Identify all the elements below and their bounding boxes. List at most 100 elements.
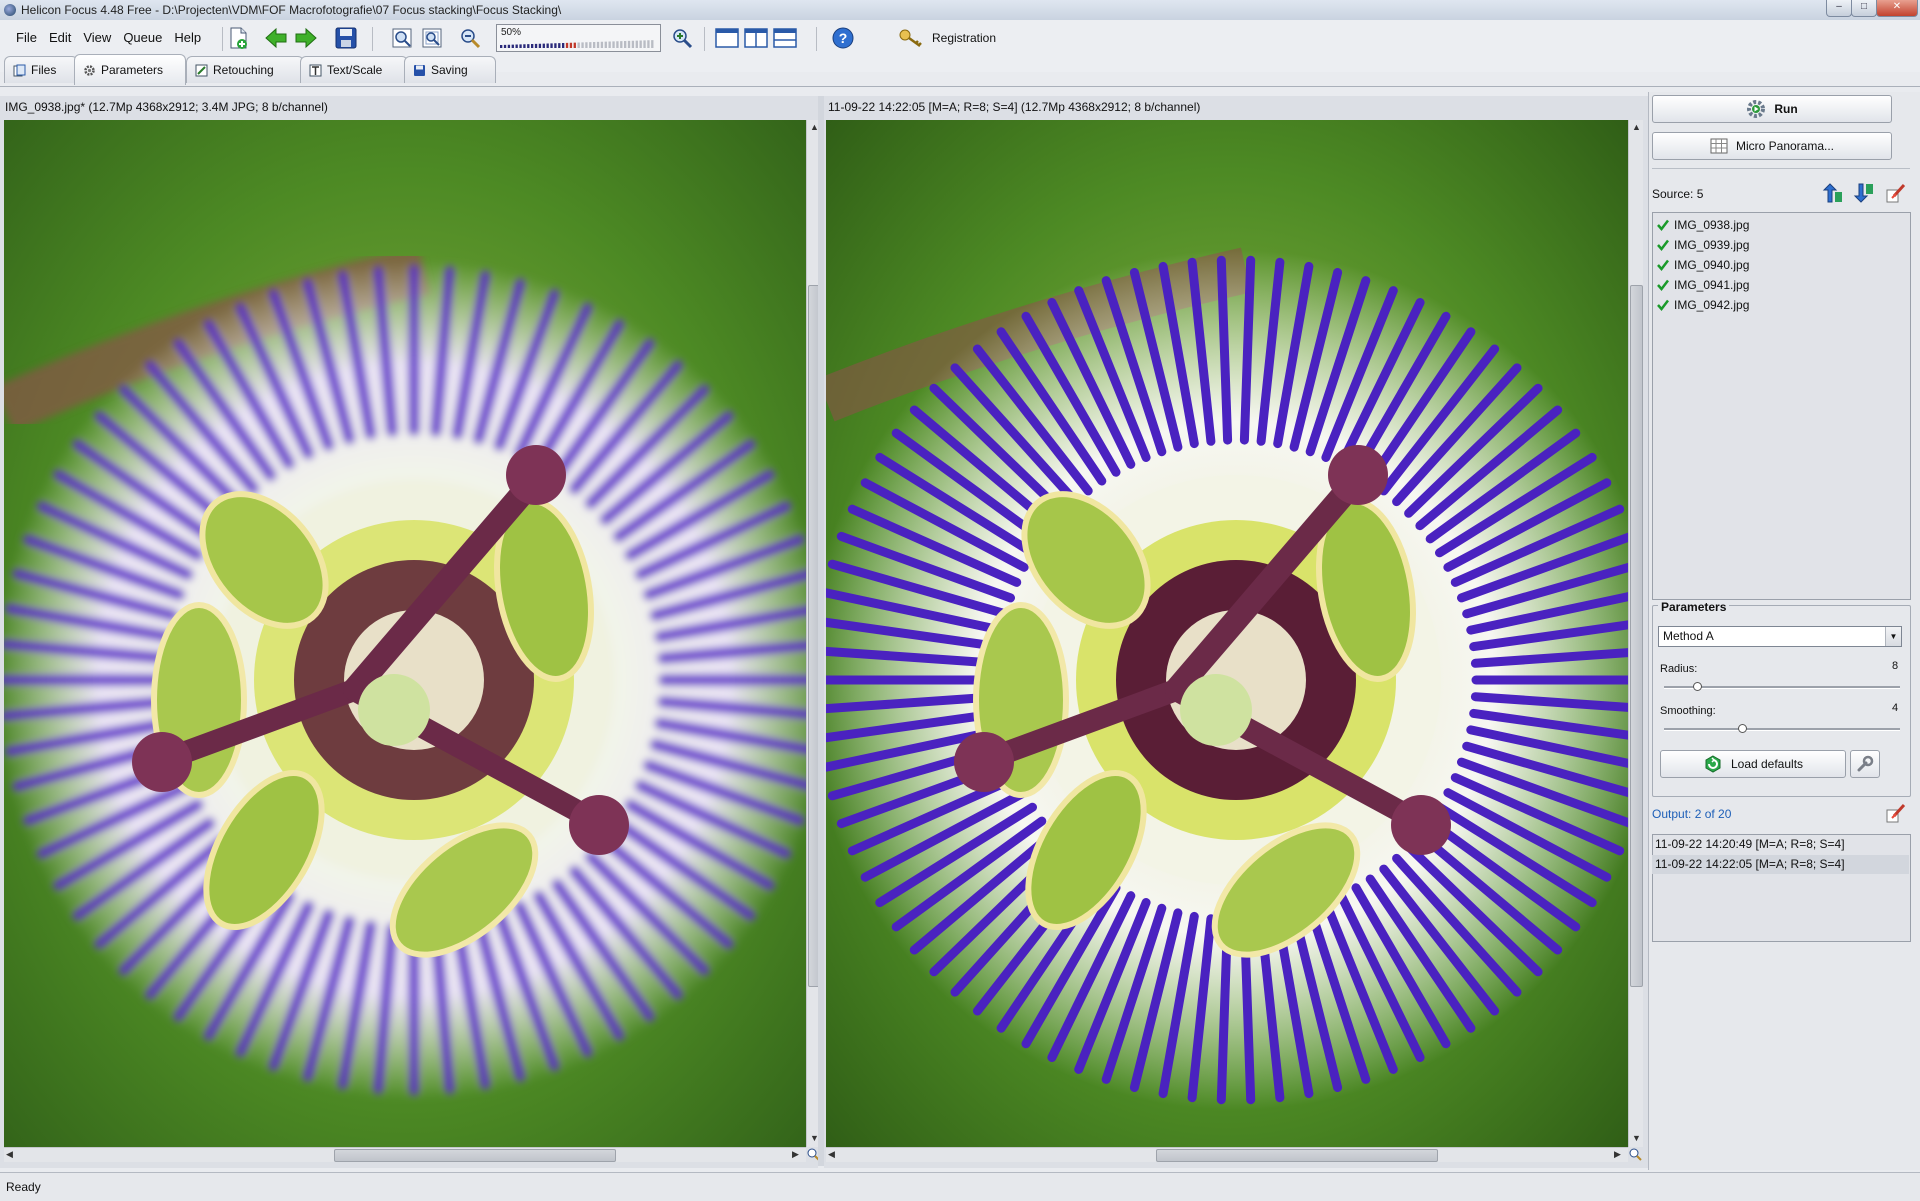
checkmark-icon[interactable] [1657, 259, 1669, 271]
minimize-button[interactable]: – [1826, 0, 1852, 17]
zoom-tick [542, 43, 545, 48]
zoom-in-button[interactable] [668, 24, 696, 52]
result-horizontal-scrollbar[interactable]: ◀ ▶ [826, 1147, 1628, 1162]
move-up-icon [1822, 183, 1842, 203]
zoom-tick [527, 44, 530, 48]
menu-file[interactable]: File [10, 28, 43, 47]
tab-text-scale[interactable]: Text/Scale [300, 56, 408, 83]
single-view-button[interactable] [713, 24, 741, 52]
zoom-value: 50% [501, 27, 522, 38]
move-down-button[interactable] [1853, 182, 1875, 204]
key-icon [899, 29, 922, 48]
checkmark-icon[interactable] [1657, 299, 1669, 311]
zoom-tick [643, 40, 646, 48]
output-item-selected[interactable]: 11-09-22 14:22:05 [M=A; R=8; S=4] [1652, 855, 1909, 874]
result-image-view[interactable] [826, 120, 1628, 1147]
menu-help[interactable]: Help [168, 28, 207, 47]
smoothing-value: 4 [1892, 702, 1899, 714]
radius-label: Radius: [1660, 663, 1698, 675]
method-select[interactable]: Method A ▼ [1658, 626, 1902, 647]
source-horizontal-scrollbar[interactable]: ◀ ▶ [4, 1147, 806, 1162]
source-item[interactable]: IMG_0939.jpg [1657, 238, 1749, 252]
source-item[interactable]: IMG_0938.jpg [1657, 218, 1749, 232]
registration-button[interactable]: Registration [898, 24, 1056, 52]
source-file-name: IMG_0941.jpg [1674, 278, 1750, 292]
source-item[interactable]: IMG_0941.jpg [1657, 278, 1749, 292]
close-button[interactable]: ✕ [1876, 0, 1918, 17]
side-by-side-view-button[interactable] [742, 24, 770, 52]
status-bar: Ready [0, 1172, 1920, 1201]
load-defaults-button[interactable]: Load defaults [1660, 750, 1846, 778]
settings-wrench-button[interactable] [1850, 750, 1880, 778]
scrollbar-thumb[interactable] [1630, 285, 1643, 987]
checkmark-icon[interactable] [1657, 279, 1669, 291]
move-up-button[interactable] [1822, 182, 1844, 204]
source-item[interactable]: IMG_0942.jpg [1657, 298, 1749, 312]
zoom-tick [589, 42, 592, 48]
zoom-tick [647, 40, 650, 48]
result-vertical-scrollbar[interactable]: ▲ ▼ [1628, 120, 1643, 1147]
source-item[interactable]: IMG_0940.jpg [1657, 258, 1749, 272]
zoom-tick [565, 42, 569, 48]
smoothing-label: Smoothing: [1660, 705, 1716, 717]
menu-queue[interactable]: Queue [117, 28, 168, 47]
stacked-view-button[interactable] [771, 24, 799, 52]
zoom-tick [503, 44, 507, 48]
previous-button[interactable] [262, 24, 290, 52]
zoom-tick [558, 43, 561, 48]
zoom-fit-button[interactable] [388, 24, 416, 52]
checkmark-icon[interactable] [1657, 219, 1669, 231]
source-image-view[interactable] [4, 120, 806, 1147]
zoom-tick [639, 40, 642, 48]
zoom-tick [651, 40, 654, 48]
source-count-label: Source: 5 [1652, 187, 1704, 201]
scrollbar-thumb[interactable] [334, 1149, 616, 1162]
chevron-down-icon[interactable]: ▼ [1885, 627, 1901, 646]
source-file-list[interactable]: IMG_0938.jpg IMG_0939.jpg IMG_0940.jpg I… [1652, 212, 1911, 600]
result-image-info: 11-09-22 14:22:05 [M=A; R=8; S=4] (12.7M… [828, 100, 1201, 114]
run-button[interactable]: Run [1652, 95, 1892, 123]
zoom-in-icon [673, 29, 693, 49]
scrollbar-thumb[interactable] [1156, 1149, 1438, 1162]
clear-sources-button[interactable] [1884, 182, 1906, 204]
tab-files[interactable]: Files [4, 56, 78, 83]
source-file-name: IMG_0940.jpg [1674, 258, 1750, 272]
checkmark-icon[interactable] [1657, 239, 1669, 251]
panel-divider [1652, 168, 1910, 169]
maximize-button[interactable]: □ [1851, 0, 1877, 17]
tab-saving[interactable]: Saving [404, 56, 496, 83]
gear-icon [84, 64, 95, 76]
navigator-zoom-button[interactable] [1628, 1147, 1642, 1161]
toolbar-separator [816, 27, 817, 51]
tab-parameters[interactable]: Parameters [74, 54, 186, 85]
zoom-tick [612, 41, 615, 48]
app-icon [4, 4, 16, 16]
next-button[interactable] [292, 24, 320, 52]
title-bar: Helicon Focus 4.48 Free - D:\Projecten\V… [0, 0, 1920, 21]
micro-panorama-button[interactable]: Micro Panorama... [1652, 132, 1892, 160]
arrow-left-icon [265, 27, 287, 49]
menu-edit[interactable]: Edit [43, 28, 77, 47]
radius-slider-thumb[interactable] [1693, 682, 1702, 691]
window-title: Helicon Focus 4.48 Free - D:\Projecten\V… [21, 3, 562, 17]
zoom-actual-icon [422, 28, 442, 48]
grid-icon [1710, 138, 1728, 154]
zoom-out-button[interactable] [456, 24, 484, 52]
new-file-button[interactable] [224, 24, 252, 52]
tab-retouching[interactable]: Retouching [186, 56, 304, 83]
save-button[interactable] [332, 24, 360, 52]
help-button[interactable]: ? [829, 24, 857, 52]
smoothing-slider-track[interactable] [1664, 728, 1900, 731]
svg-text:?: ? [839, 30, 848, 46]
zoom-tick [600, 41, 604, 48]
smoothing-slider-thumb[interactable] [1738, 724, 1747, 733]
clear-output-button[interactable] [1884, 802, 1906, 824]
source-image-info: IMG_0938.jpg* (12.7Mp 4368x2912; 3.4M JP… [5, 100, 328, 114]
zoom-tick [519, 44, 522, 48]
files-icon [13, 64, 26, 76]
zoom-slider[interactable]: 50% [496, 24, 661, 52]
menu-view[interactable]: View [77, 28, 117, 47]
zoom-actual-button[interactable] [418, 24, 446, 52]
zoom-tick [620, 41, 623, 48]
output-item[interactable]: 11-09-22 14:20:49 [M=A; R=8; S=4] [1652, 835, 1909, 854]
